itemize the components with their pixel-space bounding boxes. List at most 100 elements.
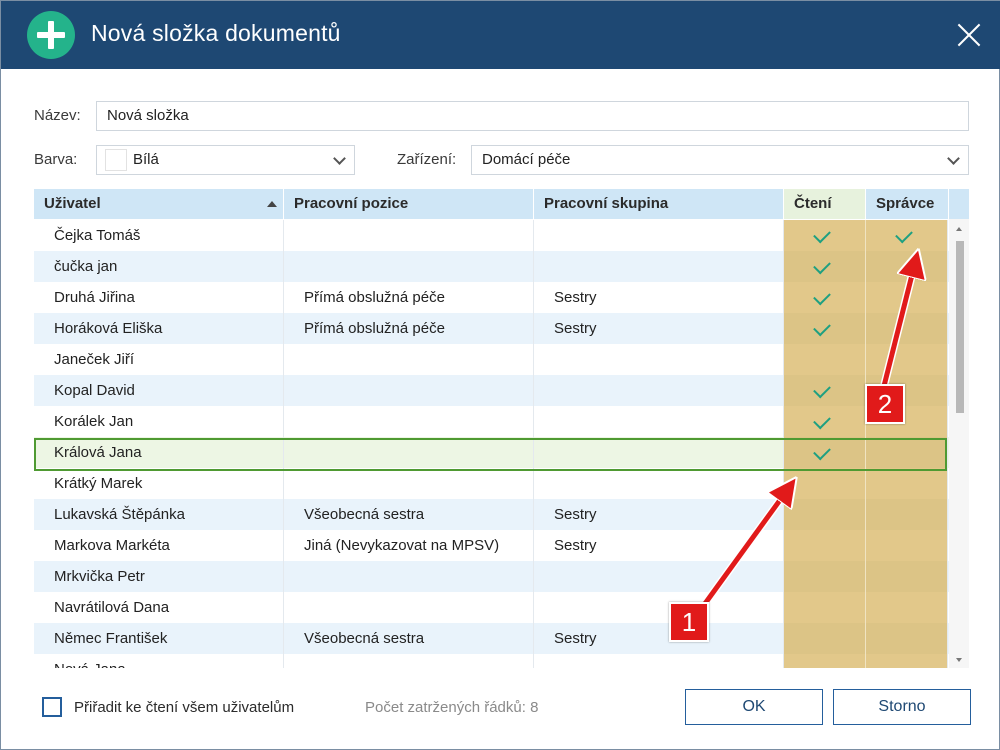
cell-position (284, 468, 534, 499)
cell-user: Králová Jana (34, 437, 284, 468)
checkmark-icon (895, 225, 913, 244)
cell-read-permission[interactable] (784, 623, 866, 654)
scroll-down-icon[interactable] (956, 658, 962, 662)
cell-read-permission[interactable] (784, 344, 866, 375)
cell-position: Přímá obslužná péče (284, 313, 534, 344)
cell-read-permission[interactable] (784, 375, 866, 406)
device-select[interactable]: Domácí péče (471, 145, 969, 175)
cell-admin-permission[interactable] (866, 530, 948, 561)
cell-group (534, 468, 784, 499)
cell-read-permission[interactable] (784, 220, 866, 251)
cell-read-permission[interactable] (784, 561, 866, 592)
cell-admin-permission[interactable] (866, 313, 948, 344)
table-row[interactable]: Markova Markéta Jiná (Nevykazovat na MPSV… (34, 530, 949, 561)
column-header-admin[interactable]: Správce (866, 189, 949, 219)
table-row[interactable]: Korálek Jan (34, 406, 949, 437)
cell-admin-permission[interactable] (866, 561, 948, 592)
name-label: Název: (34, 107, 81, 124)
cell-position (284, 406, 534, 437)
color-swatch (105, 149, 127, 171)
cell-admin-permission[interactable] (866, 592, 948, 623)
cell-admin-permission[interactable] (866, 251, 948, 282)
cell-group (534, 561, 784, 592)
cell-group (534, 592, 784, 623)
table-row[interactable]: Kopal David (34, 375, 949, 406)
close-icon[interactable] (947, 13, 991, 57)
table-row[interactable]: Krátký Marek (34, 468, 949, 499)
cell-user: Markova Markéta (34, 530, 284, 561)
table-row[interactable]: Nová Jana (34, 654, 949, 668)
scroll-up-icon[interactable] (956, 227, 962, 231)
cell-user: Janeček Jiří (34, 344, 284, 375)
cell-position: Všeobecná sestra (284, 623, 534, 654)
cell-read-permission[interactable] (784, 592, 866, 623)
table-row[interactable]: čučka jan (34, 251, 949, 282)
cell-read-permission[interactable] (784, 313, 866, 344)
cell-admin-permission[interactable] (866, 499, 948, 530)
checkmark-icon (813, 256, 831, 275)
column-header-group[interactable]: Pracovní skupina (534, 189, 784, 219)
chevron-down-icon (333, 152, 346, 165)
table-row[interactable]: Druhá Jiřina Přímá obslužná péče Sestry (34, 282, 949, 313)
column-header-user[interactable]: Uživatel (34, 189, 284, 219)
cell-read-permission[interactable] (784, 530, 866, 561)
column-header-read[interactable]: Čtení (784, 189, 866, 219)
cell-read-permission[interactable] (784, 406, 866, 437)
users-grid: Uživatel Pracovní pozice Pracovní skupin… (34, 189, 969, 668)
cell-read-permission[interactable] (784, 499, 866, 530)
cell-group (534, 654, 784, 668)
cell-admin-permission[interactable] (866, 623, 948, 654)
cell-user: Němec František (34, 623, 284, 654)
device-label: Zařízení: (397, 151, 457, 168)
column-header-user-label: Uživatel (44, 195, 101, 212)
table-row[interactable]: Mrkvička Petr (34, 561, 949, 592)
cell-admin-permission[interactable] (866, 468, 948, 499)
assign-all-checkbox[interactable] (42, 697, 62, 717)
checkmark-icon (813, 225, 831, 244)
table-row[interactable]: Němec František Všeobecná sestra Sestry (34, 623, 949, 654)
assign-all-label[interactable]: Přiřadit ke čtení všem uživatelům (74, 699, 294, 716)
cell-position: Všeobecná sestra (284, 499, 534, 530)
table-row-selected[interactable]: Králová Jana (34, 437, 949, 468)
checkmark-icon (813, 442, 831, 461)
cell-read-permission[interactable] (784, 468, 866, 499)
cell-user: Korálek Jan (34, 406, 284, 437)
cell-group (534, 375, 784, 406)
cancel-button[interactable]: Storno (833, 689, 971, 725)
column-header-position[interactable]: Pracovní pozice (284, 189, 534, 219)
cell-group (534, 251, 784, 282)
cell-admin-permission[interactable] (866, 282, 948, 313)
ok-button[interactable]: OK (685, 689, 823, 725)
color-select[interactable]: Bílá (96, 145, 355, 175)
cell-position (284, 251, 534, 282)
cell-admin-permission[interactable] (866, 220, 948, 251)
cell-group: Sestry (534, 530, 784, 561)
color-label: Barva: (34, 151, 78, 168)
name-field[interactable]: Nová složka (96, 101, 969, 131)
cell-read-permission[interactable] (784, 437, 866, 468)
cell-read-permission[interactable] (784, 282, 866, 313)
cell-position (284, 592, 534, 623)
table-row[interactable]: Čejka Tomáš (34, 220, 949, 251)
cell-group (534, 220, 784, 251)
dialog-window: Nová složka dokumentů Název: Nová složka… (0, 0, 1000, 750)
title-bar: Nová složka dokumentů (1, 1, 1000, 69)
table-row[interactable]: Navrátilová Dana (34, 592, 949, 623)
cell-position (284, 437, 534, 468)
checkmark-icon (813, 380, 831, 399)
checkmark-icon (813, 318, 831, 337)
table-row[interactable]: Janeček Jiří (34, 344, 949, 375)
scrollbar-thumb[interactable] (956, 241, 964, 413)
cell-position: Přímá obslužná péče (284, 282, 534, 313)
cell-read-permission[interactable] (784, 654, 866, 668)
cell-admin-permission[interactable] (866, 344, 948, 375)
table-row[interactable]: Lukavská Štěpánka Všeobecná sestra Sestry (34, 499, 949, 530)
table-row[interactable]: Horáková Eliška Přímá obslužná péče Sestry (34, 313, 949, 344)
checked-count: Počet zatržených řádků: 8 (365, 699, 539, 716)
cell-read-permission[interactable] (784, 251, 866, 282)
vertical-scrollbar[interactable] (949, 219, 969, 668)
cell-admin-permission[interactable] (866, 437, 948, 468)
cell-group: Sestry (534, 313, 784, 344)
cell-position (284, 220, 534, 251)
cell-admin-permission[interactable] (866, 654, 948, 668)
